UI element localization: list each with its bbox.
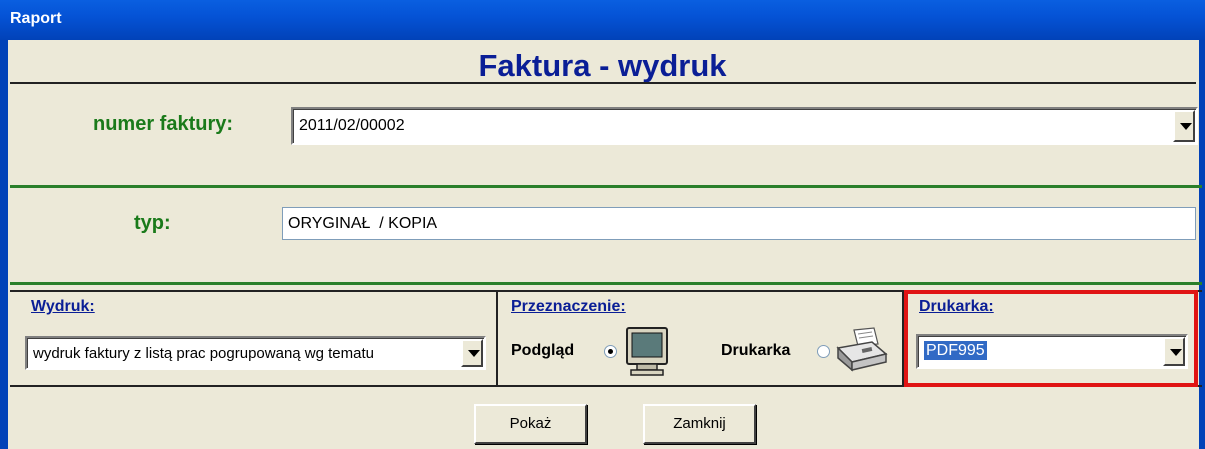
destination-section-label: Przeznaczenie: xyxy=(511,298,626,315)
chevron-down-icon xyxy=(468,350,480,357)
show-button[interactable]: Pokaż xyxy=(474,404,587,444)
close-button[interactable]: Zamknij xyxy=(643,404,756,444)
preview-option-label: Podgląd xyxy=(511,342,575,359)
print-type-value: wydruk faktury z listą prac pogrupowaną … xyxy=(33,345,374,362)
report-window: Raport Faktura - wydruk numer faktury: 2… xyxy=(0,0,1205,449)
print-type-combobox[interactable]: wydruk faktury z listą prac pogrupowaną … xyxy=(25,336,486,370)
printer-radio[interactable] xyxy=(817,345,830,358)
panel-separator-1 xyxy=(496,292,498,385)
window-border-right xyxy=(1199,40,1205,449)
monitor-icon xyxy=(626,327,668,376)
form-title: Faktura - wydruk xyxy=(478,48,727,83)
printer-highlight-box xyxy=(904,290,1198,387)
printer-icon xyxy=(836,327,888,372)
print-section-label: Wydruk: xyxy=(31,298,95,315)
type-field[interactable]: ORYGINAŁ / KOPIA xyxy=(282,207,1196,240)
invoice-number-dropdown-button[interactable] xyxy=(1173,110,1195,142)
title-bar[interactable]: Raport xyxy=(0,0,1205,40)
title-divider xyxy=(10,82,1196,84)
print-type-dropdown-button[interactable] xyxy=(461,339,483,367)
invoice-number-value: 2011/02/00002 xyxy=(299,117,405,134)
section-divider-2 xyxy=(10,282,1202,285)
section-divider-1 xyxy=(10,185,1202,188)
type-label: typ: xyxy=(134,212,171,234)
window-border-left xyxy=(0,40,8,449)
window-title: Raport xyxy=(10,10,62,27)
invoice-number-combobox[interactable]: 2011/02/00002 xyxy=(291,107,1198,145)
printer-option-label: Drukarka xyxy=(721,342,791,359)
chevron-down-icon xyxy=(1180,123,1192,130)
type-value: ORYGINAŁ / KOPIA xyxy=(288,215,438,232)
invoice-number-label: numer faktury: xyxy=(93,113,234,135)
preview-radio[interactable] xyxy=(604,345,617,358)
